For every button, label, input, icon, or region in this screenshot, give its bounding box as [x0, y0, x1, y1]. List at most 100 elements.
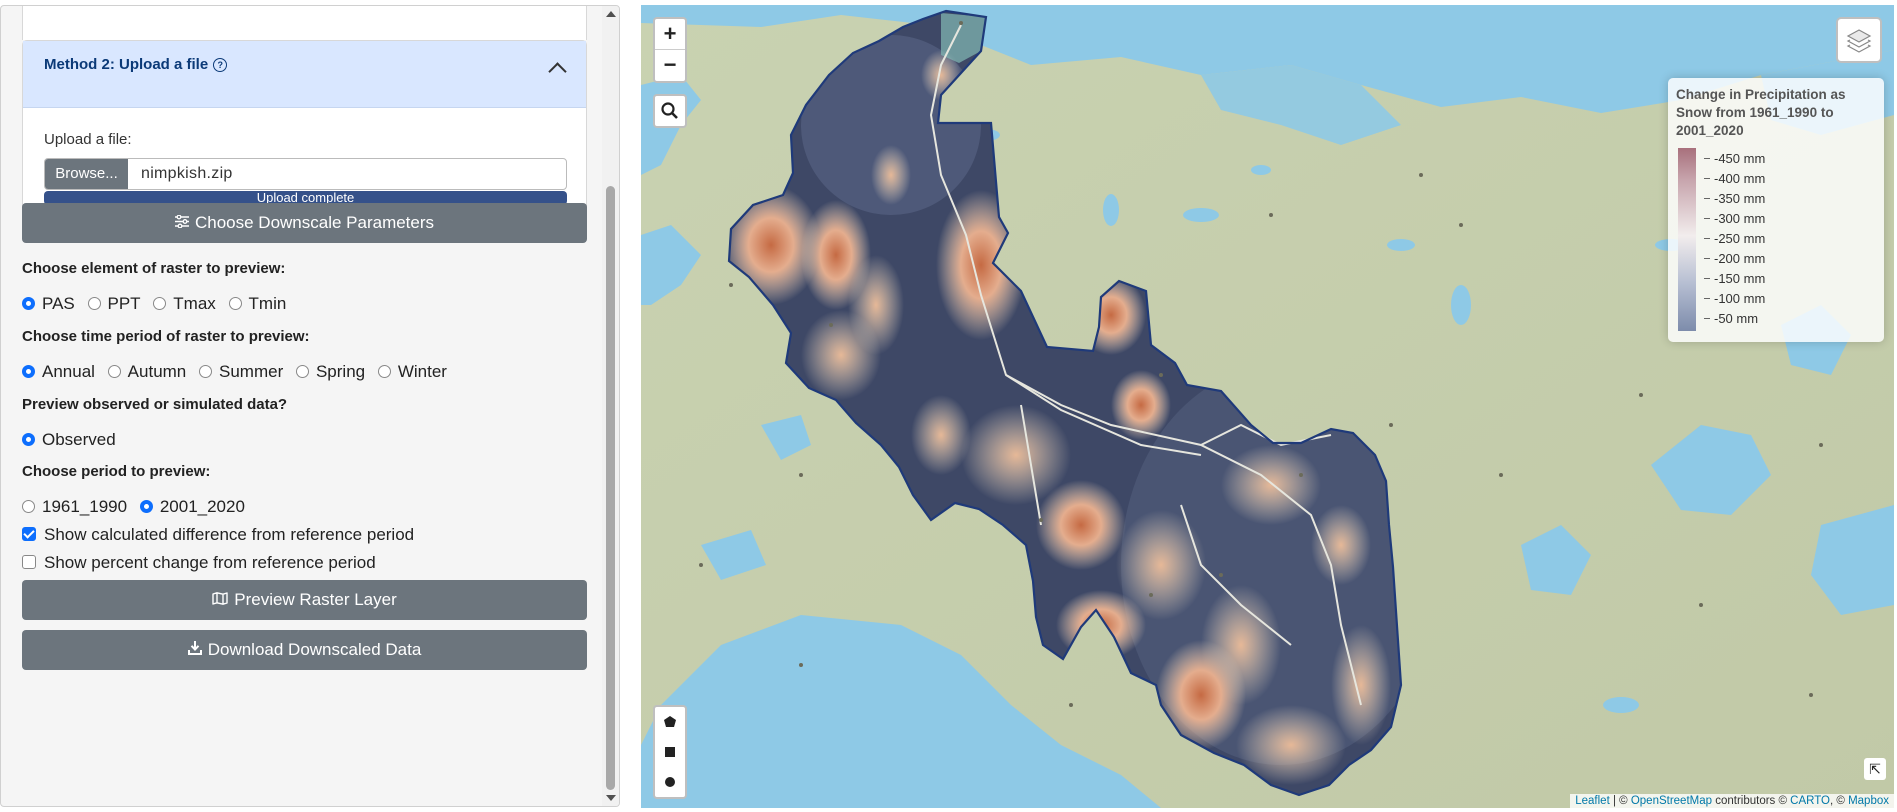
radio-button[interactable]: [199, 365, 212, 378]
map-view[interactable]: + − Change in Precipitation as Snow from…: [641, 5, 1894, 808]
zoom-control: + −: [653, 17, 687, 83]
legend-labels: -450 mm -400 mm -350 mm -300 mm -250 mm …: [1704, 149, 1765, 329]
legend-label: -350 mm: [1704, 189, 1765, 209]
radio-time-autumn[interactable]: Autumn: [107, 362, 187, 382]
zoom-in-button[interactable]: +: [655, 19, 685, 50]
preview-raster-layer-button[interactable]: Preview Raster Layer: [22, 580, 587, 620]
checkbox-difference[interactable]: Show calculated difference from referenc…: [22, 525, 414, 545]
radio-period-1961-1990[interactable]: 1961_1990: [22, 497, 127, 517]
openstreetmap-link[interactable]: OpenStreetMap: [1631, 795, 1712, 807]
radio-time-annual[interactable]: Annual: [22, 362, 95, 382]
scrollbar-thumb[interactable]: [606, 186, 615, 790]
radio-period-2001-2020[interactable]: 2001_2020: [139, 497, 245, 517]
sidebar-content: Method 2: Upload a file? Upload a file: …: [1, 6, 604, 806]
period-radio-group: 1961_1990 2001_2020: [22, 497, 253, 517]
scroll-down-arrow-icon[interactable]: [606, 795, 616, 801]
radio-label: PPT: [107, 294, 141, 313]
sliders-icon: [174, 204, 189, 244]
radio-label: Tmin: [248, 294, 287, 313]
time-period-radio-group: Annual Autumn Summer Spring Winter: [22, 362, 455, 382]
radio-element-tmin[interactable]: Tmin: [228, 294, 287, 314]
radio-button[interactable]: [87, 297, 101, 310]
radio-time-summer[interactable]: Summer: [199, 362, 283, 382]
radio-element-pas[interactable]: PAS: [22, 294, 75, 314]
file-input[interactable]: Browse... nimpkish.zip: [44, 158, 567, 190]
map-attribution: Leaflet | © OpenStreetMap contributors ©…: [1570, 794, 1894, 808]
radio-label: Observed: [42, 430, 116, 449]
legend-label: -150 mm: [1704, 269, 1765, 289]
radio-label: Summer: [219, 362, 284, 381]
legend-color-ramp: [1678, 148, 1696, 331]
element-question: Choose element of raster to preview:: [22, 260, 286, 277]
radio-time-winter[interactable]: Winter: [377, 362, 447, 382]
carto-link[interactable]: CARTO: [1790, 795, 1830, 807]
choose-downscale-parameters-button[interactable]: Choose Downscale Parameters: [22, 203, 587, 243]
radio-label: Annual: [42, 362, 95, 381]
accordion-title: Method 2: Upload a file?: [44, 56, 228, 73]
radio-button[interactable]: [22, 365, 35, 378]
file-name: nimpkish.zip: [141, 165, 233, 182]
checkbox[interactable]: [22, 527, 36, 541]
radio-label: 1961_1990: [42, 497, 128, 516]
checkbox-label: Show percent change from reference perio…: [44, 553, 376, 572]
radio-button[interactable]: [295, 365, 309, 378]
mapbox-link[interactable]: Mapbox: [1848, 795, 1889, 807]
data-type-radio-group: Observed: [22, 430, 124, 450]
legend-label: -50 mm: [1704, 309, 1765, 329]
browse-button[interactable]: Browse...: [45, 159, 128, 189]
radio-label: Spring: [315, 362, 366, 381]
radio-time-spring[interactable]: Spring: [295, 362, 366, 382]
map-legend: Change in Precipitation as Snow from 196…: [1668, 78, 1884, 342]
leaflet-link[interactable]: Leaflet: [1575, 795, 1610, 807]
radio-label: Winter: [397, 362, 447, 381]
radio-button[interactable]: [107, 365, 121, 378]
checkbox[interactable]: [22, 555, 36, 569]
radio-element-ppt[interactable]: PPT: [87, 294, 141, 314]
map-search-button[interactable]: [653, 94, 687, 128]
data-type-question: Preview observed or simulated data?: [22, 396, 288, 413]
legend-label: -100 mm: [1704, 289, 1765, 309]
expand-icon[interactable]: ⇱: [1864, 758, 1886, 780]
checkbox-label: Show calculated difference from referenc…: [44, 525, 415, 544]
draw-polygon-button[interactable]: [655, 707, 685, 737]
polygon-icon: [664, 716, 676, 727]
radio-button[interactable]: [22, 433, 35, 446]
zoom-out-button[interactable]: −: [655, 50, 685, 80]
period-question: Choose period to preview:: [22, 463, 211, 480]
element-radio-group: PAS PPT Tmax Tmin: [22, 294, 294, 314]
map-icon: [212, 581, 228, 621]
time-period-question: Choose time period of raster to preview:: [22, 328, 310, 345]
radio-label: 2001_2020: [159, 497, 245, 516]
rectangle-icon: [665, 747, 675, 757]
scroll-up-arrow-icon[interactable]: [606, 11, 616, 17]
radio-button[interactable]: [377, 365, 391, 378]
search-icon: [661, 102, 678, 119]
checkbox-percent[interactable]: Show percent change from reference perio…: [22, 553, 376, 573]
radio-data-observed[interactable]: Observed: [22, 430, 116, 450]
upload-label: Upload a file:: [44, 131, 132, 148]
sidebar-scrollbar[interactable]: [602, 6, 619, 806]
attribution-text: contributors ©: [1712, 795, 1791, 807]
layers-icon: [1846, 29, 1872, 53]
radio-button[interactable]: [139, 500, 153, 513]
radio-element-tmax[interactable]: Tmax: [153, 294, 216, 314]
accordion-header[interactable]: Method 2: Upload a file?: [23, 41, 586, 108]
radio-label: Autumn: [127, 362, 187, 381]
chevron-up-icon[interactable]: [548, 62, 567, 81]
upload-accordion: Method 2: Upload a file? Upload a file: …: [22, 40, 587, 230]
radio-label: PAS: [42, 294, 75, 313]
radio-button[interactable]: [22, 297, 35, 310]
draw-circle-button[interactable]: [655, 767, 685, 797]
download-downscaled-data-button[interactable]: Download Downscaled Data: [22, 630, 587, 670]
legend-label: -450 mm: [1704, 149, 1765, 169]
radio-button[interactable]: [153, 297, 167, 310]
download-icon: [187, 631, 202, 671]
help-icon[interactable]: ?: [213, 58, 228, 72]
layers-control[interactable]: [1836, 17, 1882, 63]
radio-button[interactable]: [22, 500, 35, 513]
download-downscaled-data-label: Download Downscaled Data: [207, 640, 422, 659]
draw-rectangle-button[interactable]: [655, 737, 685, 767]
radio-button[interactable]: [228, 297, 242, 310]
accordion-title-text: Method 2: Upload a file: [44, 56, 209, 73]
legend-label: -200 mm: [1704, 249, 1765, 269]
